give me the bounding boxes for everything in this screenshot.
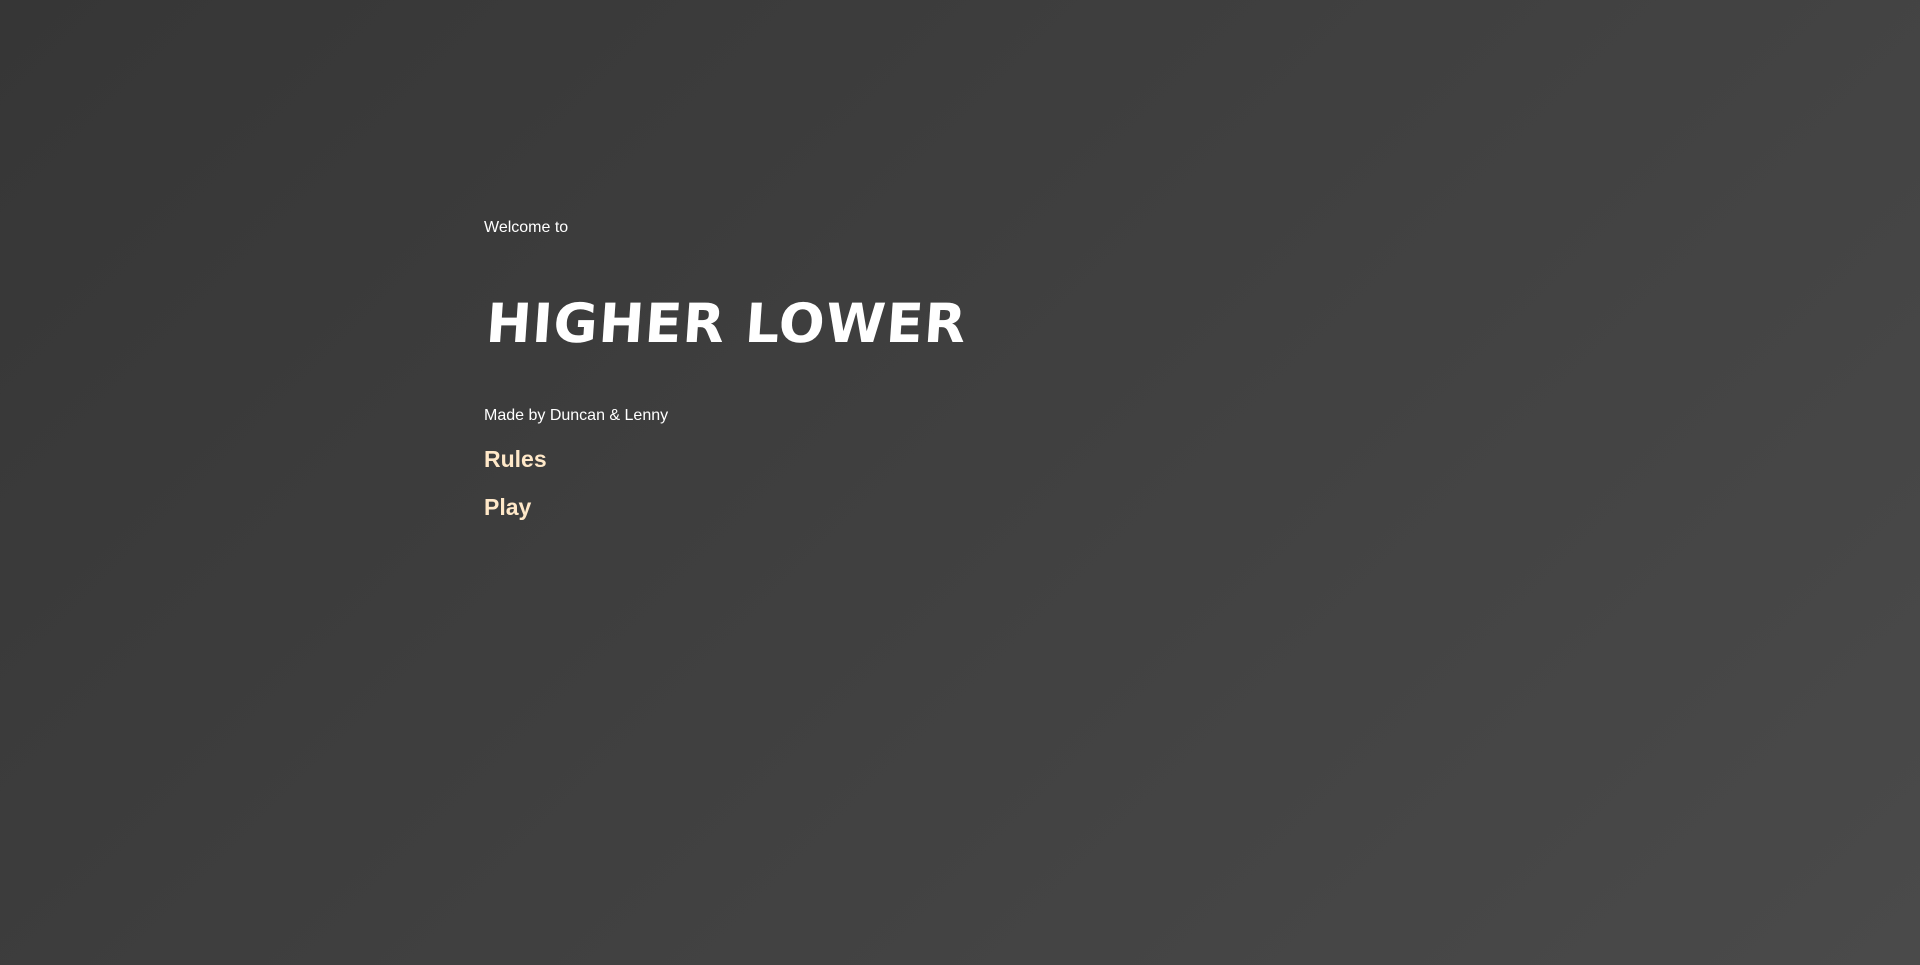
welcome-text: Welcome to (484, 219, 569, 236)
rules-link[interactable]: Rules (484, 445, 547, 473)
play-link[interactable]: Play (484, 493, 531, 521)
credits-text: Made by Duncan & Lenny (484, 407, 669, 424)
game-title: HIGHER LOWER (484, 292, 969, 355)
